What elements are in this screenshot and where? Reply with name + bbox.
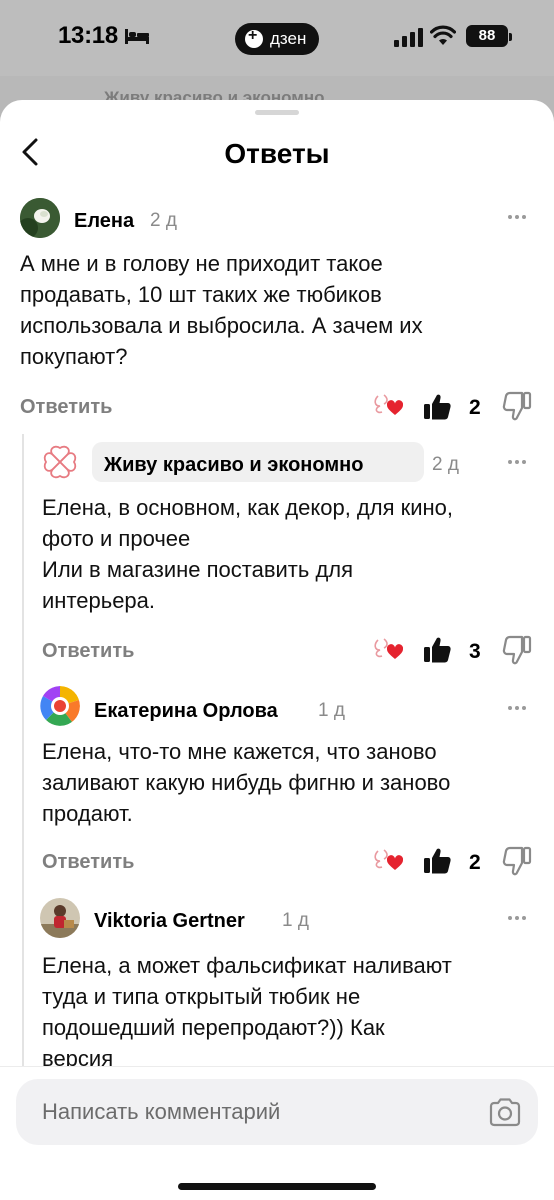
like-count: 2 [469, 396, 481, 419]
avatar[interactable] [40, 898, 80, 938]
comment-text: А мне и в голову не приходит такое прода… [20, 251, 423, 369]
comment-age: 1 д [318, 700, 345, 721]
thumb-down-icon[interactable] [502, 390, 532, 422]
thumb-up-icon[interactable] [422, 846, 452, 876]
like-count: 2 [469, 851, 481, 874]
channel-logo-icon[interactable] [40, 442, 80, 482]
comment-text: Елена, а может фальсификат наливают туда… [42, 953, 452, 1066]
status-time: 13:18 [58, 22, 118, 49]
dzen-pill-label: дзен [270, 29, 307, 48]
avatar[interactable] [40, 686, 80, 726]
comment-input-placeholder: Написать комментарий [42, 1099, 281, 1124]
reaction-heart-icon[interactable] [372, 636, 404, 662]
comment-text: Елена, в основном, как декор, для кино, … [42, 495, 454, 613]
more-dots-icon[interactable] [508, 215, 528, 221]
sleep-bed-icon [125, 29, 149, 44]
camera-icon[interactable] [488, 1097, 522, 1127]
dzen-app-pill[interactable]: дзен [235, 23, 319, 55]
comment-age: 1 д [282, 910, 309, 931]
comment-composer-bar: Написать комментарий [0, 1066, 554, 1200]
like-count: 3 [469, 640, 481, 663]
replies-sheet: Ответы Елена 2 д А мне и в голову не при… [0, 100, 554, 1200]
more-dots-icon[interactable] [508, 460, 528, 466]
comment-age: 2 д [432, 454, 459, 475]
reply-button[interactable]: Ответить [42, 640, 134, 663]
dzen-logo-icon [245, 27, 263, 48]
more-dots-icon[interactable] [508, 706, 528, 712]
reaction-heart-icon[interactable] [372, 392, 404, 418]
comment-author[interactable]: Елена [74, 210, 134, 233]
sheet-title: Ответы [224, 138, 330, 169]
comment-author[interactable]: Екатерина Орлова [94, 700, 278, 723]
wifi-icon [430, 25, 456, 45]
reply-button[interactable]: Ответить [42, 851, 134, 874]
thumb-up-icon[interactable] [422, 392, 452, 422]
thread-line [22, 434, 24, 1174]
avatar[interactable] [20, 198, 60, 238]
home-indicator[interactable] [178, 1183, 376, 1190]
cellular-signal-icon [394, 28, 423, 47]
thumb-up-icon[interactable] [422, 635, 452, 665]
reaction-heart-icon[interactable] [372, 847, 404, 873]
comment-text: Елена, что-то мне кажется, что заново за… [42, 739, 451, 826]
flower-photo-icon [20, 198, 60, 238]
comment-author[interactable]: Живу красиво и экономно [104, 454, 363, 477]
battery-icon: 88 [466, 25, 512, 47]
reply-button[interactable]: Ответить [20, 396, 112, 419]
thumb-down-icon[interactable] [502, 845, 532, 877]
comment-author[interactable]: Viktoria Gertner [94, 910, 245, 933]
thumb-down-icon[interactable] [502, 634, 532, 666]
status-bar: 13:18 дзен 88 [0, 0, 554, 76]
sheet-grabber[interactable] [255, 110, 299, 115]
comment-age: 2 д [150, 210, 177, 231]
comment-input[interactable]: Написать комментарий [16, 1079, 538, 1145]
more-dots-icon[interactable] [508, 916, 528, 922]
